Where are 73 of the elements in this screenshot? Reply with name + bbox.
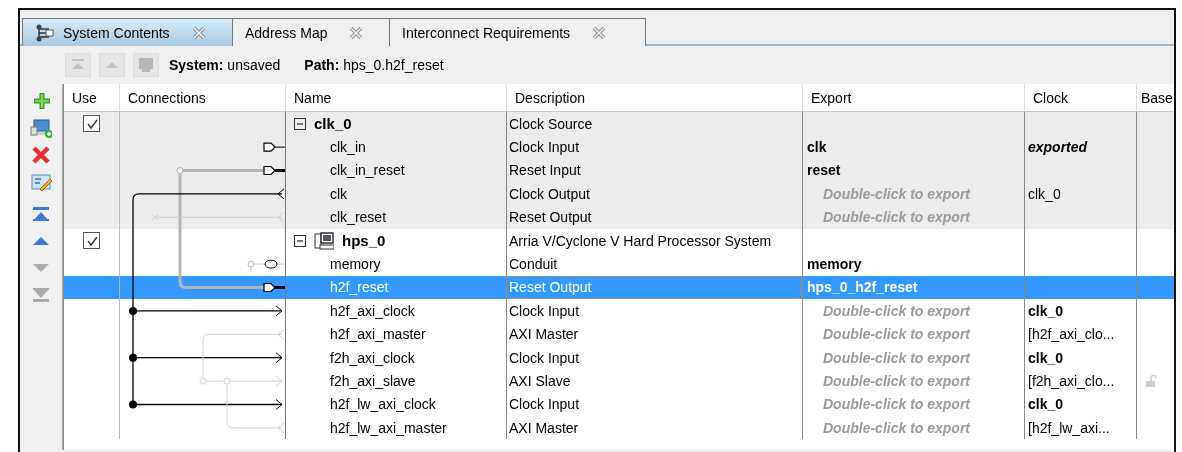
table-cell: clk_0 <box>1028 349 1064 366</box>
table-cell: AXI Slave <box>509 373 571 389</box>
export-hint: Double-click to export <box>823 419 971 436</box>
table-cell: Reset Output <box>509 279 592 296</box>
export-hint: Double-click to export <box>823 326 971 343</box>
tab[interactable]: Address Map <box>233 18 390 46</box>
table-cell: AXI Master <box>509 326 579 343</box>
export-hint: Double-click to export <box>823 396 971 413</box>
export-hint: Double-click to export <box>823 302 971 319</box>
table-cell: clk_0 <box>1028 185 1061 202</box>
export-hint: Double-click to export <box>823 209 971 226</box>
export-hint: Double-click to export <box>823 373 971 389</box>
checkbox[interactable] <box>83 232 100 250</box>
port-name: f2h_axi_clock <box>330 349 415 366</box>
export-hint: Double-click to export <box>823 185 971 202</box>
export-name: hps_0_h2f_reset <box>807 279 918 296</box>
module-name: hps_0 <box>342 232 386 250</box>
column-header: Clock <box>1024 84 1136 111</box>
export-name: reset <box>807 162 841 179</box>
table-cell: exported <box>1028 139 1088 156</box>
table-cell: clk_0 <box>1028 396 1064 413</box>
port-name: f2h_axi_slave <box>330 373 416 389</box>
computer-icon <box>137 56 155 74</box>
collapse-icon[interactable] <box>294 117 306 130</box>
port-name: memory <box>330 256 381 273</box>
close-icon[interactable] <box>349 25 364 40</box>
export-name: memory <box>807 256 862 273</box>
computer-icon <box>314 231 334 250</box>
module-name: clk_0 <box>314 115 352 133</box>
export-name: clk <box>807 139 827 156</box>
port-name: clk_in <box>330 139 366 156</box>
column-header: Name <box>285 84 506 111</box>
table-cell: [h2f_lw_axi... <box>1028 419 1110 436</box>
tab[interactable]: System Contents <box>22 18 233 46</box>
checkbox[interactable] <box>83 115 100 133</box>
table-cell: Reset Output <box>509 209 592 226</box>
close-icon[interactable] <box>592 25 607 40</box>
column-header: Export <box>802 84 1024 111</box>
system-icon <box>35 23 55 42</box>
port-name: h2f_lw_axi_clock <box>330 396 436 413</box>
tab[interactable]: Interconnect Requirements <box>390 18 646 46</box>
port-name: clk <box>330 185 348 202</box>
close-icon[interactable] <box>191 25 206 40</box>
table-cell: Clock Input <box>509 139 580 156</box>
edit-icon[interactable] <box>30 171 52 193</box>
table-cell: Clock Input <box>509 349 580 366</box>
port-name: clk_in_reset <box>330 162 405 179</box>
port-name: h2f_reset <box>330 279 389 296</box>
export-hint: Double-click to export <box>823 349 971 366</box>
table-cell: Arria V/Cyclone V Hard Processor System <box>509 232 772 249</box>
computer-plus-icon[interactable] <box>30 117 52 139</box>
table-cell: [f2h_axi_clo... <box>1028 373 1115 389</box>
table-cell: Conduit <box>509 256 558 273</box>
table-cell: Reset Input <box>509 162 581 179</box>
port-name: h2f_axi_master <box>330 326 426 343</box>
table-cell: AXI Master <box>509 419 579 436</box>
table-cell: [h2f_axi_clo... <box>1028 326 1115 343</box>
remove-icon[interactable] <box>30 144 52 166</box>
table-cell: Clock Source <box>509 115 593 132</box>
port-name: h2f_axi_clock <box>330 302 415 319</box>
column-header: Description <box>506 84 802 111</box>
column-header: Base <box>1136 84 1174 111</box>
column-header: Connections <box>119 84 285 111</box>
port-name: h2f_lw_axi_master <box>330 419 447 436</box>
table-cell: Clock Output <box>509 185 590 202</box>
collapse-icon[interactable] <box>294 234 306 247</box>
table-cell: clk_0 <box>1028 302 1064 319</box>
port-name: clk_reset <box>330 209 387 226</box>
system-label: System: unsaved <box>169 57 281 73</box>
column-header: Use <box>71 88 98 108</box>
table-cell: Clock Input <box>509 302 580 319</box>
table-cell: Clock Input <box>509 396 580 413</box>
path-label: Path: hps_0.h2f_reset <box>304 57 444 73</box>
